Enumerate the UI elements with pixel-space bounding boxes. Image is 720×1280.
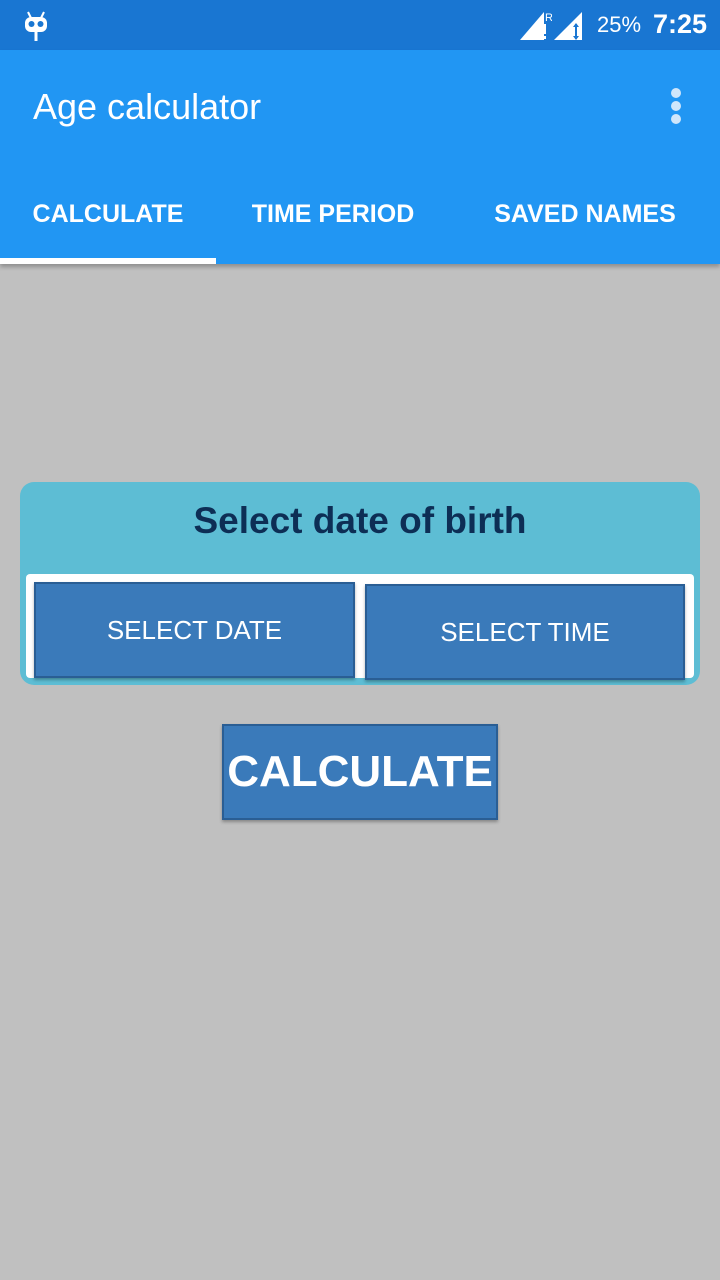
tab-time-period[interactable]: TIME PERIOD bbox=[216, 180, 450, 264]
battery-percentage: 25% bbox=[597, 12, 642, 37]
card-button-container: SELECT DATE SELECT TIME bbox=[26, 574, 694, 680]
card-title: Select date of birth bbox=[193, 500, 527, 541]
svg-text:R: R bbox=[545, 12, 552, 24]
tab-label: SAVED NAMES bbox=[494, 199, 676, 228]
tab-bar: CALCULATE TIME PERIOD SAVED NAMES bbox=[0, 180, 720, 264]
signal-data-icon bbox=[554, 12, 582, 40]
selected-tab-indicator bbox=[0, 258, 216, 264]
cyanogen-bot-icon bbox=[25, 11, 47, 41]
select-date-button[interactable]: SELECT DATE bbox=[34, 582, 355, 678]
status-clock: 7:25 bbox=[653, 9, 708, 39]
tab-calculate[interactable]: CALCULATE bbox=[0, 180, 216, 264]
calculate-button[interactable]: CALCULATE bbox=[222, 724, 498, 820]
status-bar: R 25% 7:25 bbox=[0, 0, 720, 50]
signal-roaming-icon: R bbox=[520, 12, 552, 40]
app-title: Age calculator bbox=[33, 86, 262, 127]
select-time-button[interactable]: SELECT TIME bbox=[365, 584, 685, 680]
tab-label: CALCULATE bbox=[32, 199, 184, 228]
more-vert-icon[interactable] bbox=[664, 88, 688, 128]
app-bar: Age calculator CALCULATE TIME PERIOD SAV… bbox=[0, 50, 720, 264]
tab-saved-names[interactable]: SAVED NAMES bbox=[450, 180, 720, 264]
tab-label: TIME PERIOD bbox=[251, 199, 415, 228]
date-of-birth-card: Select date of birth SELECT DATE SELECT … bbox=[20, 482, 700, 685]
